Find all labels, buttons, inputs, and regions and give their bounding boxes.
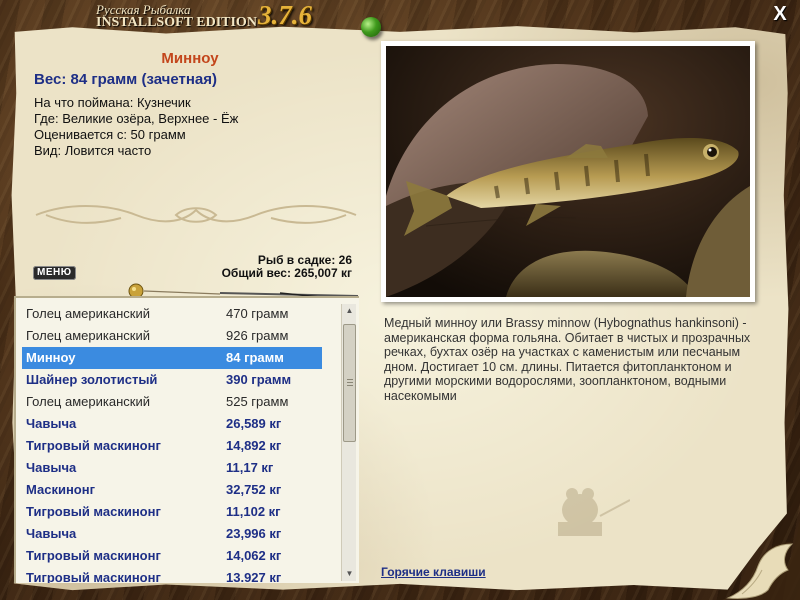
catch-row[interactable]: Шайнер золотистый 390 грамм [22,369,322,391]
catch-row[interactable]: Чавыча 26,589 кг [22,413,322,435]
catch-row[interactable]: Тигровый маскинонг 14,062 кг [22,545,322,567]
scroll-down-icon[interactable]: ▼ [342,567,357,581]
fish-description: Медный минноу или Brassy minnow (Hybogna… [384,316,751,403]
catch-fish-name: Минноу [26,350,76,365]
fish-count: Рыб в садке: 26 [257,253,352,267]
catch-fish-name: Тигровый маскинонг [26,548,161,563]
frequency-info: Вид: Ловится часто [34,143,152,158]
page-curl-icon [722,520,800,600]
catch-fish-name: Чавыча [26,526,77,541]
pushpin-icon [361,17,381,37]
catch-fish-weight: 84 грамм [226,350,284,365]
title-edition: INSTALLSOFT EDITION [96,15,257,30]
bait-info: На что поймана: Кузнечик [34,95,191,110]
scroll-up-icon[interactable]: ▲ [342,304,357,318]
version-label: 3.7.6 [258,0,312,30]
catch-fish-weight: 32,752 кг [226,482,282,497]
catch-fish-weight: 470 грамм [226,306,289,321]
close-button[interactable]: X [770,4,790,24]
catch-fish-weight: 11,17 кг [226,460,274,475]
fish-weight: Вес: 84 грамм (зачетная) [34,71,218,88]
catch-fish-weight: 926 грамм [226,328,289,343]
catch-row[interactable]: Тигровый маскинонг 14,892 кг [22,435,322,457]
catch-list-scrollbar[interactable]: ▲ ▼ [341,304,356,581]
catch-row[interactable]: Голец американский 470 грамм [22,303,322,325]
catch-fish-name: Голец американский [26,306,150,321]
catch-row[interactable]: Маскинонг 32,752 кг [22,479,322,501]
catch-row-selected[interactable]: Минноу 84 грамм [22,347,322,369]
catch-fish-name: Чавыча [26,416,77,431]
catch-fish-name: Маскинонг [26,482,96,497]
catch-fish-name: Тигровый маскинонг [26,504,161,519]
frog-fisherman-watermark-icon [558,488,630,536]
catch-row[interactable]: Голец американский 926 грамм [22,325,322,347]
ornament-divider-icon [35,205,357,224]
min-weight-info: Оценивается с: 50 грамм [34,127,186,142]
catch-fish-weight: 14,892 кг [226,438,282,453]
fish-name: Минноу [161,50,219,67]
total-weight: Общий вес: 265,007 кг [221,266,352,280]
catch-row[interactable]: Чавыча 23,996 кг [22,523,322,545]
location-info: Где: Великие озёра, Верхнее - Ёж [34,111,239,126]
catch-row[interactable]: Тигровый маскинонг 13.927 кг [22,567,322,583]
catch-fish-name: Голец американский [26,394,150,409]
catch-fish-weight: 525 грамм [226,394,289,409]
menu-button[interactable]: МЕНЮ [33,266,76,280]
catch-fish-name: Голец американский [26,328,150,343]
catch-list[interactable]: Голец американский 470 грамм Голец америка… [14,296,359,583]
catch-fish-weight: 26,589 кг [226,416,282,431]
hotkeys-link[interactable]: Горячие клавиши [381,565,486,579]
scroll-thumb[interactable] [343,324,356,442]
catch-row[interactable]: Тигровый маскинонг 11,102 кг [22,501,322,523]
catch-fish-name: Шайнер золотистый [26,372,158,387]
catch-fish-name: Тигровый маскинонг [26,438,161,453]
catch-fish-name: Тигровый маскинонг [26,570,161,583]
fish-photo [381,41,755,302]
catch-fish-weight: 390 грамм [226,372,292,387]
catch-fish-weight: 13.927 кг [226,570,282,583]
catch-list-rows: Голец американский 470 грамм Голец америка… [22,303,322,583]
catch-row[interactable]: Голец американский 525 грамм [22,391,322,413]
catch-fish-weight: 11,102 кг [226,504,281,519]
catch-fish-name: Чавыча [26,460,77,475]
catch-fish-weight: 14,062 кг [226,548,282,563]
catch-fish-weight: 23,996 кг [226,526,282,541]
catch-row[interactable]: Чавыча 11,17 кг [22,457,322,479]
